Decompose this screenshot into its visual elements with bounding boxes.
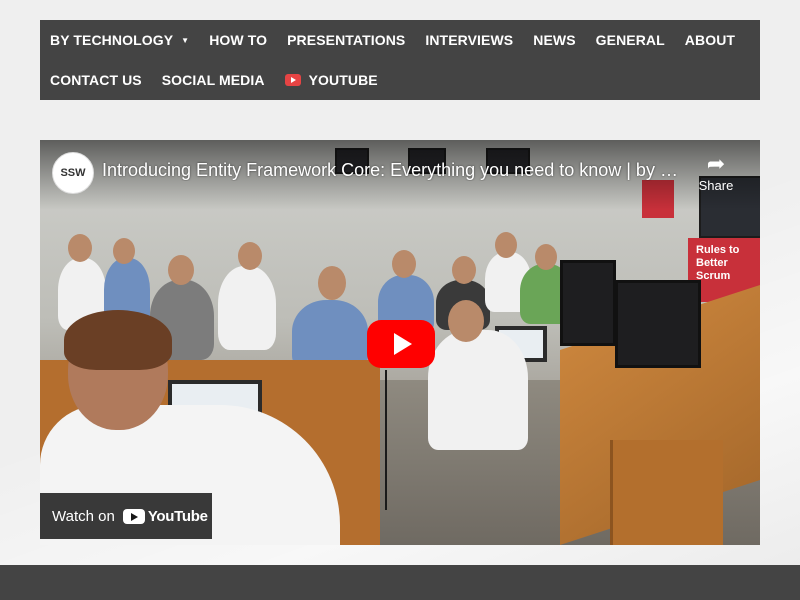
thumbnail-person: [448, 300, 484, 342]
nav-item-label: ABOUT: [684, 32, 736, 48]
youtube-logo: YouTube: [122, 507, 208, 525]
thumbnail-monitor: [560, 260, 616, 346]
thumbnail-person: [238, 242, 262, 270]
nav-item-general[interactable]: GENERAL: [586, 32, 675, 48]
thumbnail-monitor: [615, 280, 701, 368]
main-navigation: BY TECHNOLOGY ▼ HOW TO PRESENTATIONS INT…: [40, 20, 760, 100]
nav-item-presentations[interactable]: PRESENTATIONS: [277, 32, 415, 48]
nav-item-interviews[interactable]: INTERVIEWS: [415, 32, 523, 48]
nav-item-label: BY TECHNOLOGY: [50, 32, 174, 48]
thumbnail-drawer: [610, 440, 723, 545]
share-button[interactable]: ➦ Share: [686, 151, 746, 194]
youtube-wordmark: YouTube: [147, 507, 208, 525]
thumbnail-person: [168, 255, 194, 285]
nav-item-label: PRESENTATIONS: [287, 32, 406, 48]
video-embed[interactable]: Rules to Better Scrum SSW Introducing En…: [40, 140, 760, 545]
nav-item-label: HOW TO: [209, 32, 268, 48]
thumbnail-person: [68, 234, 92, 262]
nav-item-label: NEWS: [533, 32, 576, 48]
watch-on-youtube-button[interactable]: Watch on YouTube: [40, 493, 212, 539]
nav-item-label: YOUTUBE: [308, 72, 378, 88]
thumbnail-person: [113, 238, 135, 264]
nav-item-youtube[interactable]: YOUTUBE: [275, 72, 388, 88]
nav-item-label: GENERAL: [595, 32, 665, 48]
nav-row-secondary: CONTACT US SOCIAL MEDIA YOUTUBE: [40, 60, 388, 100]
thumbnail-tripod: [385, 370, 387, 510]
channel-logo-text: SSW: [60, 167, 86, 179]
video-title[interactable]: Introducing Entity Framework Core: Every…: [102, 160, 687, 181]
thumbnail-person: [535, 244, 557, 270]
youtube-icon: [284, 74, 301, 86]
thumbnail-person: [218, 266, 276, 350]
chevron-down-icon: ▼: [181, 35, 190, 45]
thumbnail-presenter: [64, 310, 172, 370]
nav-item-news[interactable]: NEWS: [523, 32, 585, 48]
poster-text: Rules to Better Scrum: [696, 244, 740, 282]
nav-item-about[interactable]: ABOUT: [675, 32, 745, 48]
thumbnail-person: [428, 330, 528, 450]
channel-avatar[interactable]: SSW: [52, 152, 94, 194]
thumbnail-person: [392, 250, 416, 278]
nav-row-primary: BY TECHNOLOGY ▼ HOW TO PRESENTATIONS INT…: [40, 20, 745, 60]
play-button[interactable]: [367, 320, 435, 368]
share-arrow-icon: ➦: [706, 151, 726, 176]
thumbnail-person: [318, 266, 346, 300]
watch-on-label: Watch on: [52, 507, 115, 525]
nav-item-label: SOCIAL MEDIA: [161, 72, 265, 88]
nav-item-social-media[interactable]: SOCIAL MEDIA: [152, 72, 275, 88]
nav-item-label: INTERVIEWS: [425, 32, 514, 48]
nav-item-how-to[interactable]: HOW TO: [199, 32, 277, 48]
nav-item-label: CONTACT US: [50, 72, 142, 88]
share-label: Share: [698, 178, 734, 193]
footer-bar: [0, 565, 800, 600]
youtube-play-icon: [122, 508, 145, 524]
thumbnail-person: [452, 256, 476, 284]
thumbnail-person: [495, 232, 517, 258]
nav-item-contact-us[interactable]: CONTACT US: [40, 72, 152, 88]
nav-item-by-technology[interactable]: BY TECHNOLOGY ▼: [40, 32, 199, 48]
